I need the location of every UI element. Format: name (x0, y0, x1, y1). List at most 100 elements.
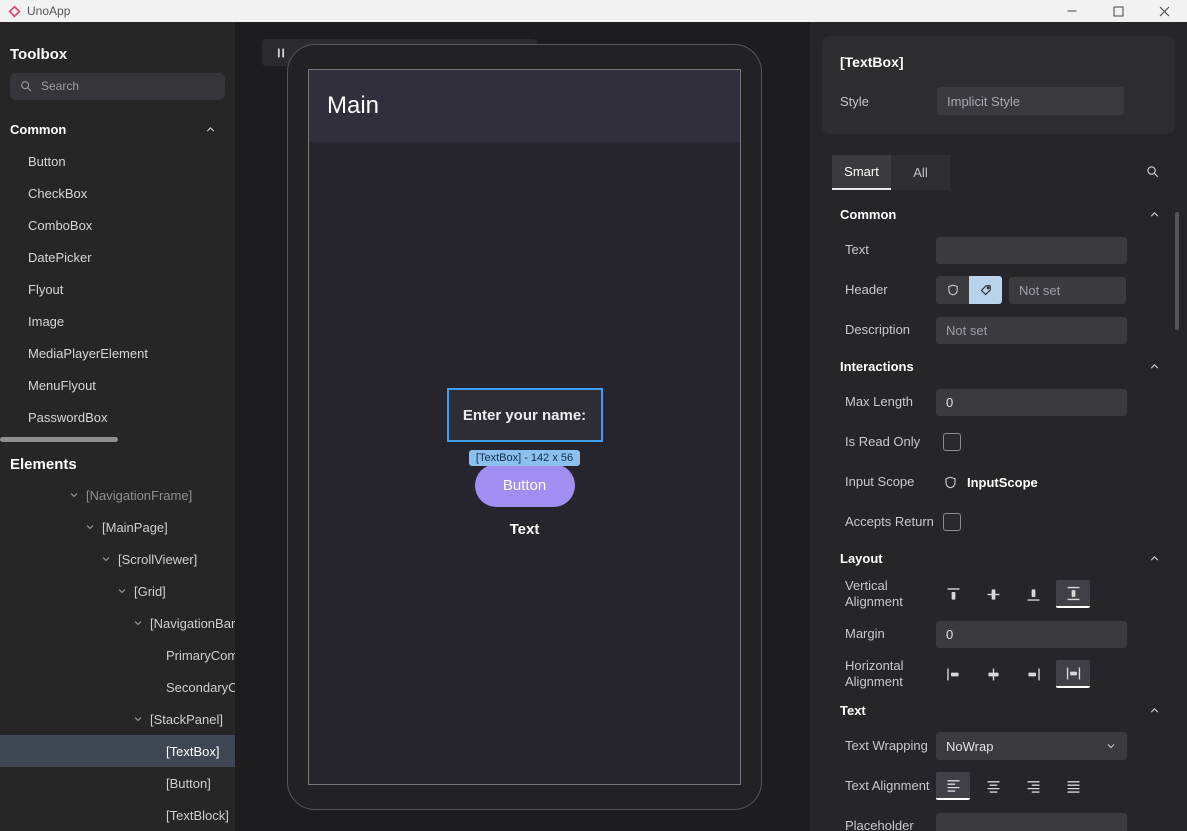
chevron-up-icon[interactable] (204, 123, 217, 136)
tree-item-primarycommands[interactable]: PrimaryCommands (0, 639, 235, 671)
stretch-horizontal-icon[interactable] (1056, 660, 1090, 688)
property-row-max-length: Max Length (810, 382, 1187, 422)
device-screen: Main Enter your name: [TextBox] - 142 x … (308, 69, 741, 785)
input-scope-value[interactable]: InputScope (967, 475, 1038, 490)
header-input[interactable] (1009, 277, 1126, 304)
toolbox-item-combobox[interactable]: ComboBox (0, 209, 235, 241)
vertical-alignment-label: Vertical Alignment (845, 578, 936, 609)
section-layout[interactable]: Layout (810, 542, 1187, 574)
tree-item-button[interactable]: [Button] (0, 767, 235, 799)
search-input[interactable] (41, 79, 216, 93)
page-content: Enter your name: [TextBox] - 142 x 56 Bu… (309, 142, 740, 784)
section-interactions[interactable]: Interactions (810, 350, 1187, 382)
accepts-return-checkbox[interactable] (943, 513, 961, 531)
text-wrapping-label: Text Wrapping (845, 738, 936, 754)
toolbox-item-mediaplayerelement[interactable]: MediaPlayerElement (0, 337, 235, 369)
properties-scrollbar[interactable] (1175, 212, 1179, 330)
chevron-down-icon[interactable] (132, 617, 144, 629)
toolbox-item-flyout[interactable]: Flyout (0, 273, 235, 305)
align-right-icon[interactable] (1016, 660, 1050, 688)
tab-smart[interactable]: Smart (832, 155, 891, 190)
align-bottom-icon[interactable] (1016, 580, 1050, 608)
chevron-down-icon[interactable] (68, 489, 80, 501)
toolbox-item-datepicker[interactable]: DatePicker (0, 241, 235, 273)
text-align-center-icon[interactable] (976, 772, 1010, 800)
chevron-up-icon[interactable] (1148, 552, 1161, 565)
section-text[interactable]: Text (810, 694, 1187, 726)
text-wrapping-dropdown[interactable]: NoWrap (936, 732, 1127, 760)
selected-element-card: [TextBox] Style (822, 36, 1175, 134)
text-align-justify-icon[interactable] (1056, 772, 1090, 800)
align-top-icon[interactable] (936, 580, 970, 608)
placeholder-input[interactable] (936, 813, 1127, 831)
description-label: Description (845, 322, 936, 338)
toolbox-item-menuflyout[interactable]: MenuFlyout (0, 369, 235, 401)
chevron-down-icon[interactable] (116, 585, 128, 597)
selection-size-badge: [TextBox] - 142 x 56 (469, 450, 580, 466)
style-label: Style (840, 94, 869, 109)
toolbox-section-common[interactable]: Common (0, 120, 235, 139)
elements-title: Elements (0, 442, 235, 473)
chevron-up-icon[interactable] (1148, 704, 1161, 717)
tag-icon[interactable] (969, 276, 1002, 304)
chevron-down-icon[interactable] (84, 521, 96, 533)
is-read-only-checkbox[interactable] (943, 433, 961, 451)
text-align-left-icon[interactable] (936, 772, 970, 800)
tab-all[interactable]: All (891, 155, 950, 190)
text-alignment-group (936, 772, 1090, 800)
app-logo-icon (8, 5, 21, 18)
toolbox-item-image[interactable]: Image (0, 305, 235, 337)
text-align-right-icon[interactable] (1016, 772, 1050, 800)
max-length-label: Max Length (845, 394, 936, 410)
align-horizontal-center-icon[interactable] (976, 660, 1010, 688)
tree-item-textbox-selected[interactable]: [TextBox] (0, 735, 235, 767)
margin-input[interactable] (936, 621, 1127, 648)
canvas-textbox-selected[interactable]: Enter your name: (447, 388, 603, 442)
shield-icon[interactable] (936, 276, 969, 304)
tree-item-label: [TextBox] (166, 744, 219, 759)
max-length-input[interactable] (936, 389, 1127, 416)
text-input[interactable] (936, 237, 1127, 264)
toolbox-search[interactable] (10, 73, 225, 100)
canvas-button[interactable]: Button (475, 464, 575, 507)
text-wrapping-value: NoWrap (946, 739, 993, 754)
minimize-button[interactable] (1049, 0, 1095, 22)
maximize-button[interactable] (1095, 0, 1141, 22)
tree-item-stackpanel[interactable]: [StackPanel] (0, 703, 235, 735)
stretch-vertical-icon[interactable] (1056, 580, 1090, 608)
style-input[interactable] (937, 87, 1124, 115)
align-left-icon[interactable] (936, 660, 970, 688)
tree-item-secondarycommands[interactable]: SecondaryCommands (0, 671, 235, 703)
accepts-return-label: Accepts Return (845, 514, 936, 530)
align-vertical-center-icon[interactable] (976, 580, 1010, 608)
description-input[interactable] (936, 317, 1127, 344)
tree-item-label: [StackPanel] (150, 712, 223, 727)
properties-search-icon[interactable] (1145, 164, 1161, 180)
tree-item-navigationframe[interactable]: [NavigationFrame] (0, 479, 235, 511)
tree-item-scrollviewer[interactable]: [ScrollViewer] (0, 543, 235, 575)
chevron-up-icon[interactable] (1148, 360, 1161, 373)
design-canvas: Main Enter your name: [TextBox] - 142 x … (235, 22, 810, 831)
button-label: Button (503, 477, 546, 494)
device-frame: Main Enter your name: [TextBox] - 142 x … (287, 44, 762, 810)
tree-item-grid[interactable]: [Grid] (0, 575, 235, 607)
toolbox-item-button[interactable]: Button (0, 145, 235, 177)
close-button[interactable] (1141, 0, 1187, 22)
section-interactions-label: Interactions (840, 359, 914, 374)
tree-item-mainpage[interactable]: [MainPage] (0, 511, 235, 543)
properties-panel: [TextBox] Style Smart All Common Text (810, 22, 1187, 831)
left-sidebar: Toolbox Common Button CheckBox ComboBox … (0, 22, 235, 831)
chevron-down-icon[interactable] (100, 553, 112, 565)
tree-item-navigationbar[interactable]: [NavigationBar] (0, 607, 235, 639)
tree-item-textblock[interactable]: [TextBlock] (0, 799, 235, 831)
property-row-placeholder: Placeholder (810, 806, 1187, 831)
chevron-down-icon[interactable] (132, 713, 144, 725)
text-label: Text (845, 242, 936, 258)
chevron-up-icon[interactable] (1148, 208, 1161, 221)
tree-item-label: [Grid] (134, 584, 166, 599)
toolbox-item-checkbox[interactable]: CheckBox (0, 177, 235, 209)
canvas-textblock[interactable]: Text (510, 521, 540, 538)
toolbox-item-passwordbox[interactable]: PasswordBox (0, 401, 235, 433)
properties-body: Common Text Header (810, 198, 1187, 831)
section-common[interactable]: Common (810, 198, 1187, 230)
